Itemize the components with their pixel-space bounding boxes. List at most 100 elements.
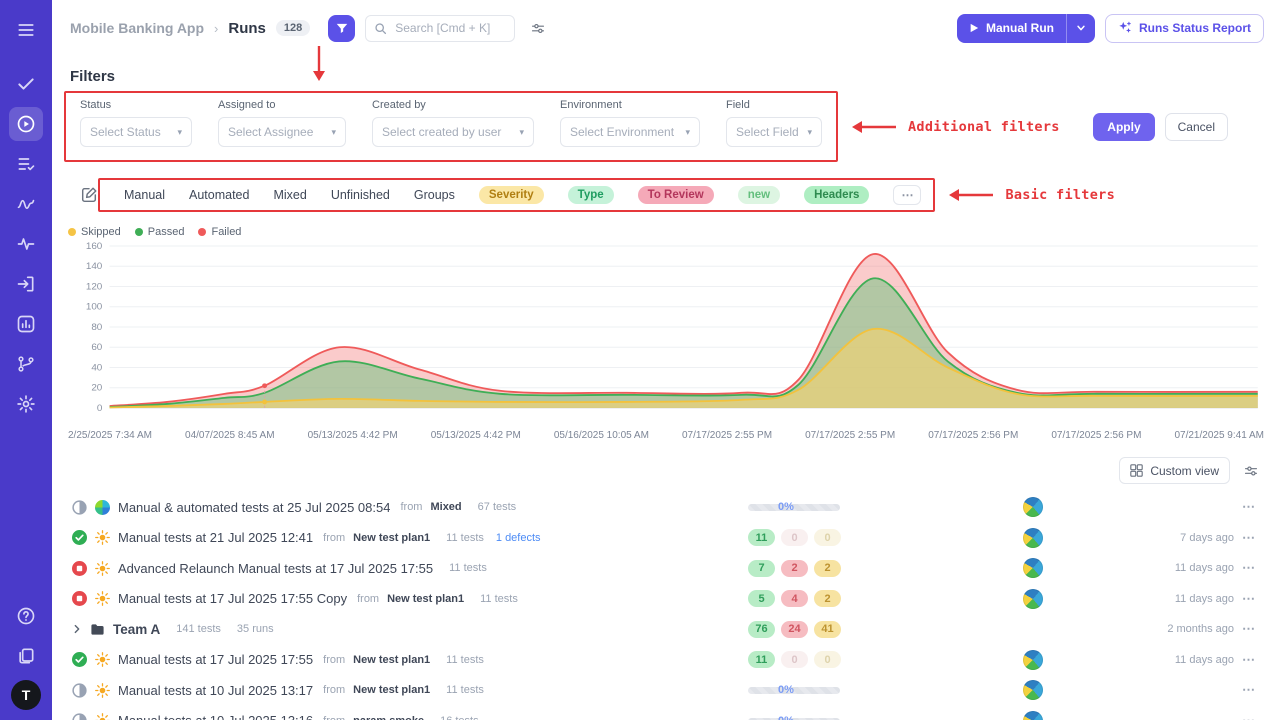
run-row-menu-button[interactable]: ⋯ xyxy=(1234,591,1264,607)
branches-icon[interactable] xyxy=(9,347,43,381)
assignee-avatar[interactable] xyxy=(1023,711,1043,720)
list-settings-icon[interactable] xyxy=(1238,458,1264,484)
x-axis-tick-label: 05/13/2025 4:42 PM xyxy=(308,430,398,441)
run-type-manual-icon xyxy=(95,561,110,576)
runs-count-badge: 128 xyxy=(276,20,310,36)
run-row[interactable]: Manual tests at 21 Jul 2025 12:41fromNew… xyxy=(68,523,1264,554)
runs-status-report-button[interactable]: Runs Status Report xyxy=(1105,14,1264,43)
activity-icon[interactable] xyxy=(9,227,43,261)
result-pill-passed: 5 xyxy=(748,590,775,607)
annotation-left-arrow xyxy=(947,188,995,202)
run-row[interactable]: Manual tests at 17 Jul 2025 17:55fromNew… xyxy=(68,645,1264,676)
run-row[interactable]: Advanced Relaunch Manual tests at 17 Jul… xyxy=(68,553,1264,584)
filter-select-assigned-to[interactable]: Select Assignee ▾ xyxy=(218,117,346,147)
run-row-menu-button[interactable]: ⋯ xyxy=(1234,682,1264,698)
result-pill-failed: 2 xyxy=(781,560,808,577)
assignee-avatar[interactable] xyxy=(1023,650,1043,670)
compose-icon[interactable] xyxy=(80,186,98,204)
run-row[interactable]: Manual tests at 10 Jul 2025 13:17fromNew… xyxy=(68,675,1264,706)
settings-icon[interactable] xyxy=(9,387,43,421)
legend-item-passed[interactable]: Passed xyxy=(135,226,185,238)
chip-type[interactable]: Type xyxy=(568,186,614,204)
run-avatar-cell xyxy=(888,589,1138,609)
assignee-avatar[interactable] xyxy=(1023,528,1043,548)
manual-run-split-button[interactable]: Manual Run xyxy=(957,14,1095,43)
run-row-menu-button[interactable]: ⋯ xyxy=(1234,652,1264,668)
run-title[interactable]: Advanced Relaunch Manual tests at 17 Jul… xyxy=(118,561,433,576)
more-filters-button[interactable]: ⋯ xyxy=(893,185,921,205)
chevron-right-icon[interactable] xyxy=(72,624,82,634)
run-row-left: Team A141 tests35 runs xyxy=(72,622,748,637)
tab-mixed[interactable]: Mixed xyxy=(273,188,306,202)
chip-new[interactable]: new xyxy=(738,186,780,204)
filter-select-status[interactable]: Select Status▾ xyxy=(80,117,192,147)
run-tests-count: 11 tests xyxy=(446,654,484,666)
group-title[interactable]: Team A xyxy=(113,622,160,637)
x-axis-tick-label: 05/13/2025 4:42 PM xyxy=(431,430,521,441)
filter-fields: StatusSelect Status▾Assigned toSelect As… xyxy=(66,93,836,160)
run-defects-link[interactable]: 1 defects xyxy=(496,532,541,544)
run-results: 1100 xyxy=(748,651,888,668)
filter-funnel-button[interactable] xyxy=(328,15,355,42)
legend-item-failed[interactable]: Failed xyxy=(198,226,241,238)
docs-icon[interactable] xyxy=(9,639,43,673)
run-row-left: Manual tests at 10 Jul 2025 13:16frompar… xyxy=(72,713,748,720)
assignee-avatar[interactable] xyxy=(1023,589,1043,609)
search-box[interactable] xyxy=(365,15,515,42)
run-title[interactable]: Manual tests at 10 Jul 2025 13:16 xyxy=(118,713,313,720)
reports-icon[interactable] xyxy=(9,307,43,341)
run-row[interactable]: Manual & automated tests at 25 Jul 2025 … xyxy=(68,492,1264,523)
run-row-menu-button[interactable]: ⋯ xyxy=(1234,530,1264,546)
run-title[interactable]: Manual tests at 21 Jul 2025 12:41 xyxy=(118,530,313,545)
run-source: Mixed xyxy=(430,501,461,513)
custom-view-button[interactable]: Custom view xyxy=(1119,457,1230,484)
test-plans-icon[interactable] xyxy=(9,147,43,181)
manual-run-caret[interactable] xyxy=(1067,23,1095,33)
run-results: 722 xyxy=(748,560,888,577)
run-title[interactable]: Manual tests at 17 Jul 2025 17:55 Copy xyxy=(118,591,347,606)
run-row-menu-button[interactable]: ⋯ xyxy=(1234,713,1264,720)
select-placeholder: Select Assignee xyxy=(228,125,313,139)
apply-button[interactable]: Apply xyxy=(1093,113,1154,141)
filter-select-created-by[interactable]: Select created by user▾ xyxy=(372,117,534,147)
search-settings-icon[interactable] xyxy=(525,15,551,41)
x-axis-tick-label: 07/17/2025 2:56 PM xyxy=(1051,430,1141,441)
tab-manual[interactable]: Manual xyxy=(124,188,165,202)
checks-icon[interactable] xyxy=(9,67,43,101)
tab-groups[interactable]: Groups xyxy=(414,188,455,202)
additional-filters-annotation-text: Additional filters xyxy=(908,119,1060,135)
tab-automated[interactable]: Automated xyxy=(189,188,249,202)
run-title[interactable]: Manual tests at 10 Jul 2025 13:17 xyxy=(118,683,313,698)
x-axis-tick-label: 07/17/2025 2:56 PM xyxy=(928,430,1018,441)
run-row[interactable]: Manual tests at 10 Jul 2025 13:16frompar… xyxy=(68,706,1264,720)
run-title[interactable]: Manual & automated tests at 25 Jul 2025 … xyxy=(118,500,390,515)
run-title[interactable]: Manual tests at 17 Jul 2025 17:55 xyxy=(118,652,313,667)
chip-to-review[interactable]: To Review xyxy=(638,186,714,204)
runs-icon[interactable] xyxy=(9,107,43,141)
breadcrumb-project[interactable]: Mobile Banking App xyxy=(70,20,204,36)
run-row-menu-button[interactable]: ⋯ xyxy=(1234,560,1264,576)
app-logo[interactable]: T xyxy=(11,680,41,710)
chevron-down-icon: ▾ xyxy=(331,127,336,138)
trends-icon[interactable] xyxy=(9,187,43,221)
hamburger-menu-icon[interactable] xyxy=(9,13,43,47)
import-icon[interactable] xyxy=(9,267,43,301)
chip-severity[interactable]: Severity xyxy=(479,186,544,204)
filter-select-field[interactable]: Select Field▾ xyxy=(726,117,822,147)
help-icon[interactable] xyxy=(9,599,43,633)
filter-select-environment[interactable]: Select Environment▾ xyxy=(560,117,700,147)
run-row-menu-button[interactable]: ⋯ xyxy=(1234,499,1264,515)
run-from-label: from xyxy=(323,715,345,720)
cancel-button[interactable]: Cancel xyxy=(1165,113,1228,141)
legend-item-skipped[interactable]: Skipped xyxy=(68,226,121,238)
breadcrumb-page[interactable]: Runs xyxy=(228,20,266,37)
run-row[interactable]: Manual tests at 17 Jul 2025 17:55 Copyfr… xyxy=(68,584,1264,615)
run-row-menu-button[interactable]: ⋯ xyxy=(1234,621,1264,637)
run-row[interactable]: Team A141 tests35 runs7624412 months ago… xyxy=(68,614,1264,645)
assignee-avatar[interactable] xyxy=(1023,680,1043,700)
assignee-avatar[interactable] xyxy=(1023,497,1043,517)
tab-unfinished[interactable]: Unfinished xyxy=(331,188,390,202)
search-input[interactable] xyxy=(393,20,503,36)
assignee-avatar[interactable] xyxy=(1023,558,1043,578)
chip-headers[interactable]: Headers xyxy=(804,186,869,204)
